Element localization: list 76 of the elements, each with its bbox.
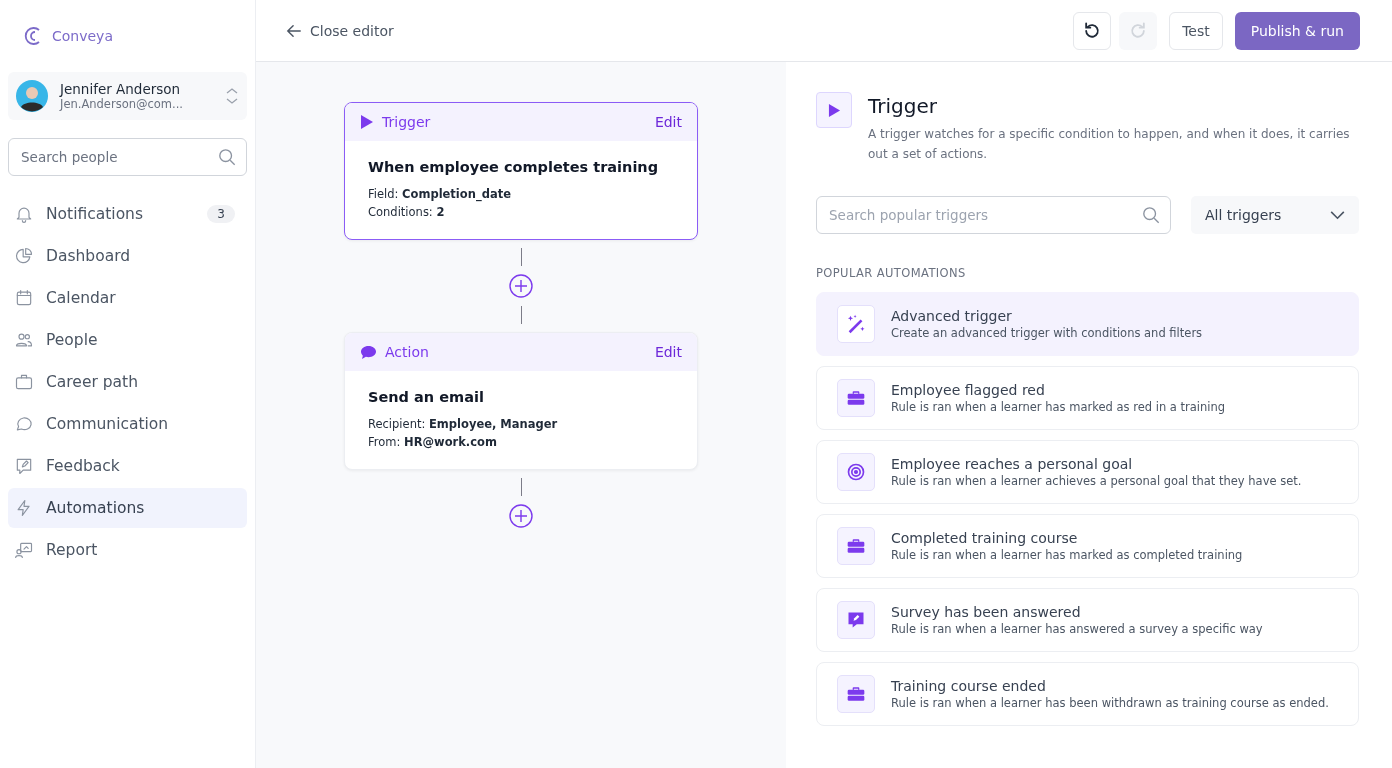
target-icon <box>846 462 866 482</box>
flow-card[interactable]: Trigger Edit When employee completes training Field: Completion_date Conditions: 2 <box>344 102 698 240</box>
automation-description: Create an advanced trigger with conditions and filters <box>891 326 1203 340</box>
test-button[interactable]: Test <box>1169 11 1223 50</box>
automation-title: Employee reaches a personal goal <box>891 456 1134 472</box>
arrow-left-icon <box>286 22 302 39</box>
automation-title: Employee flagged red <box>891 382 1046 398</box>
automation-item[interactable]: Survey has been answered Rule is ran when a learner has answered a survey a specific way <box>816 588 1359 652</box>
automation-title: Advanced trigger <box>891 308 1013 324</box>
nav-item[interactable]: Automations <box>8 488 247 528</box>
automation-description: Rule is ran when a learner has been withdrawn as training course as ended. <box>891 696 1329 710</box>
flow-card[interactable]: Action Edit Send an email Recipient: Employee, Manager From: HR@work.com <box>344 332 698 470</box>
chevron-up-down-icon <box>225 86 239 106</box>
briefcase-icon <box>14 372 34 392</box>
briefcase-icon <box>846 684 866 704</box>
search-field[interactable]: Search people <box>8 138 247 176</box>
card-type-label: Trigger <box>382 114 432 130</box>
search-icon <box>1142 206 1160 224</box>
briefcase-icon <box>846 388 866 408</box>
automation-title: Completed training course <box>891 530 1079 546</box>
feedback-icon <box>14 456 34 476</box>
search-icon <box>218 148 236 166</box>
play-icon <box>827 102 841 118</box>
nav-item[interactable]: Communication <box>8 404 247 444</box>
play-icon <box>360 114 374 130</box>
automation-description: Rule is ran when a learner has answered a survey a specific way <box>891 622 1263 636</box>
automation-item[interactable]: Advanced trigger Create an advanced trigger with conditions and filters <box>816 292 1359 356</box>
add-step-button[interactable] <box>509 274 533 298</box>
automation-item[interactable]: Employee flagged red Rule is ran when a learner has marked as red in a training <box>816 366 1359 430</box>
automation-title: Training course ended <box>891 678 1047 694</box>
automation-description: Rule is ran when a learner has marked as red in a training <box>891 400 1226 414</box>
chevron-down-icon <box>1330 210 1345 220</box>
automation-title: Survey has been answered <box>891 604 1082 620</box>
avatar-icon <box>16 80 48 112</box>
user-email: Jen.Anderson@com... <box>60 97 184 111</box>
edit-link[interactable]: Edit <box>654 114 682 130</box>
nav-item[interactable]: Dashboard <box>8 236 247 276</box>
edit-link[interactable]: Edit <box>654 344 682 360</box>
add-step-button[interactable] <box>509 504 533 528</box>
automation-description: Rule is ran when a learner achieves a personal goal that they have set. <box>891 474 1302 488</box>
automation-item[interactable]: Completed training course Rule is ran when a learner has marked as completed training <box>816 514 1359 578</box>
search-field[interactable]: Search popular triggers <box>816 196 1171 234</box>
edit-message-icon <box>846 610 866 630</box>
card-title: When employee completes training <box>368 159 660 175</box>
brand-name: Conveya <box>52 28 113 44</box>
automation-item[interactable]: Training course ended Rule is ran when a learner has been withdrawn as training course as ended. <box>816 662 1359 726</box>
nav-item[interactable]: Career path <box>8 362 247 402</box>
undo-button[interactable] <box>1073 11 1112 50</box>
card-detail: From: HR@work.com <box>368 435 498 449</box>
calendar-icon <box>14 288 34 308</box>
trigger-filter-dropdown[interactable]: All triggers <box>1191 196 1359 234</box>
card-detail: Conditions: 2 <box>368 205 446 219</box>
card-detail: Field: Completion_date <box>368 187 512 201</box>
automation-item[interactable]: Employee reaches a personal goal Rule is ran when a learner achieves a personal goal that they have set. <box>816 440 1359 504</box>
report-icon <box>14 540 34 560</box>
briefcase-icon <box>846 536 866 556</box>
nav-item[interactable]: Notifications 3 <box>8 194 247 234</box>
section-heading: POPULAR AUTOMATIONS <box>816 266 967 280</box>
magic-wand-icon <box>845 313 867 335</box>
card-title: Send an email <box>368 389 485 405</box>
speech-bubble-icon <box>360 344 377 360</box>
nav-item[interactable]: People <box>8 320 247 360</box>
user-name: Jennifer Anderson <box>60 81 182 97</box>
count-badge: 3 <box>207 205 235 223</box>
panel-title: Trigger <box>868 94 938 118</box>
user-switcher[interactable]: Jennifer Anderson Jen.Anderson@com... <box>8 72 247 120</box>
nav-item[interactable]: Calendar <box>8 278 247 318</box>
nav-item[interactable]: Feedback <box>8 446 247 486</box>
card-type-label: Action <box>385 344 430 360</box>
pie-icon <box>14 246 34 266</box>
nav-item[interactable]: Report <box>8 530 247 570</box>
panel-description: A trigger watches for a specific condition to happen, and when it does, it carries out a set of actions. <box>868 126 1351 163</box>
publish-button[interactable]: Publish & run <box>1234 11 1360 50</box>
close-editor-link[interactable]: Close editor <box>286 22 394 39</box>
automation-description: Rule is ran when a learner has marked as completed training <box>891 548 1243 562</box>
card-detail: Recipient: Employee, Manager <box>368 417 559 431</box>
